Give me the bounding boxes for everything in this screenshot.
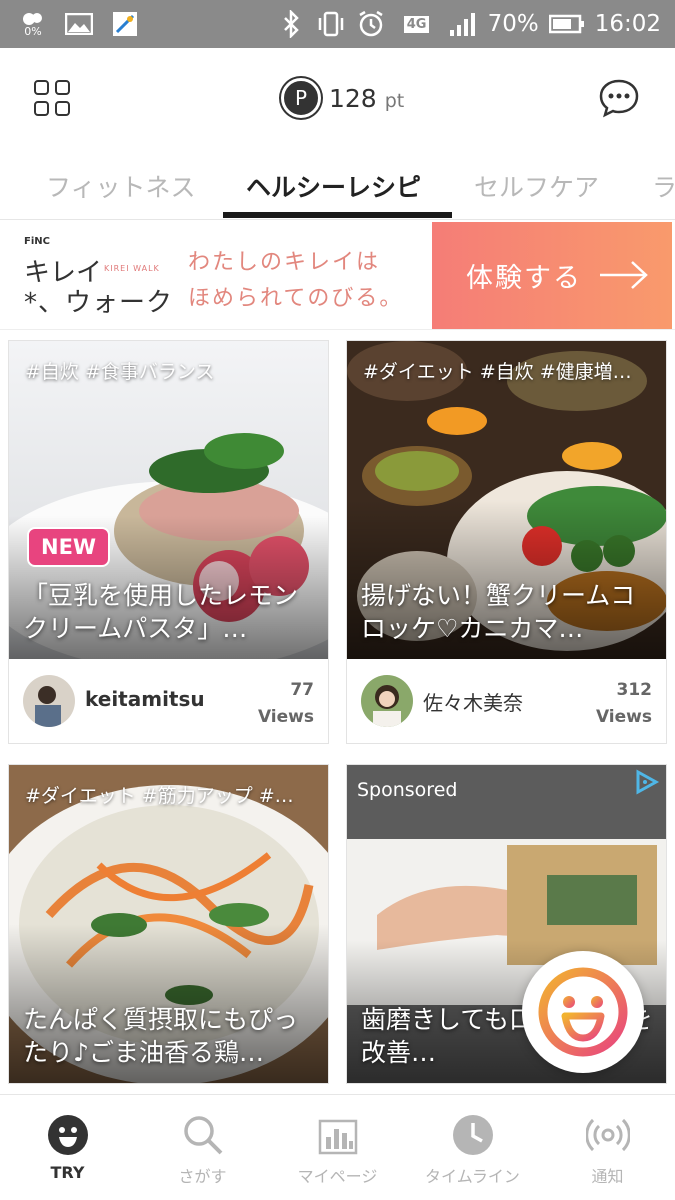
bluetooth-icon: [276, 10, 306, 38]
chat-button[interactable]: [598, 78, 640, 118]
banner-tagline-2: ほめられてのびる。: [188, 286, 404, 311]
tab-healthy-recipe[interactable]: ヘルシーレシピ: [246, 168, 421, 204]
ad-choices-icon[interactable]: [634, 769, 660, 795]
nav-timeline-label: タイムライン: [425, 1167, 520, 1186]
article-card[interactable]: #ダイエット #自炊 #健康増… 揚げない！蟹クリームコロッケ♡カニカマ… 佐々…: [346, 340, 667, 744]
category-tabs: フィットネス ヘルシーレシピ セルフケア ラ: [0, 148, 675, 220]
clock-icon: [453, 1115, 493, 1155]
smile-icon: [48, 1115, 88, 1155]
banner-brand-en: KIREI WALK: [104, 264, 160, 273]
article-card[interactable]: #自炊 #食事バランス NEW 「豆乳を使用したレモンクリームパスタ」… kei…: [8, 340, 329, 744]
article-footer: keitamitsu 77 Views: [9, 659, 328, 743]
view-count-number: 77: [290, 680, 314, 700]
points-value: 128: [329, 83, 377, 113]
broadcast-icon: [586, 1118, 630, 1152]
nav-try-label: TRY: [50, 1163, 85, 1182]
nav-search[interactable]: さがす: [135, 1095, 270, 1200]
avatar[interactable]: [361, 675, 413, 727]
new-badge: NEW: [27, 527, 111, 567]
bottom-navigation: TRY さがす マイページ タイムライン 通知: [0, 1094, 675, 1200]
banner-cta-label: 体験する: [466, 263, 582, 294]
points-unit: pt: [384, 90, 405, 112]
network-4g-icon: 4G: [396, 11, 438, 37]
banner-tagline-1: わたしのキレイは: [188, 250, 381, 275]
arrow-right-icon: [600, 261, 648, 289]
view-count-label: Views: [595, 707, 652, 727]
nav-search-label: さがす: [178, 1167, 227, 1186]
battery-icon: [548, 11, 585, 37]
points-icon: P: [281, 78, 321, 118]
article-footer: 佐々木美奈 312 Views: [347, 659, 666, 743]
bar-chart-icon: [318, 1119, 358, 1155]
chat-bubble-icon: [599, 79, 639, 118]
cleaner-icon: [110, 11, 140, 37]
signal-icon: [448, 11, 478, 37]
try-fab-button[interactable]: [522, 951, 644, 1073]
app-header: P 128 pt: [0, 48, 675, 148]
nav-notifications[interactable]: 通知: [540, 1095, 675, 1200]
search-icon: [184, 1116, 223, 1155]
nav-timeline[interactable]: タイムライン: [405, 1095, 540, 1200]
author-name[interactable]: keitamitsu: [85, 687, 205, 711]
status-bar: 0% 4G 70% 16:02: [0, 0, 675, 48]
article-tags: #ダイエット #自炊 #健康増…: [363, 361, 632, 383]
tab-selfcare[interactable]: セルフケア: [474, 168, 599, 204]
banner-brand-line2: *、ウォーク: [24, 288, 174, 318]
sponsored-header: Sponsored: [347, 765, 666, 839]
data-saver-icon: 0%: [18, 11, 48, 37]
clock-time: 16:02: [594, 11, 661, 37]
image-icon: [64, 11, 94, 37]
nav-try[interactable]: TRY: [0, 1095, 135, 1200]
vibrate-icon: [316, 11, 346, 37]
view-count-label: Views: [257, 707, 314, 727]
view-count-number: 312: [616, 680, 653, 700]
battery-percent: 70%: [487, 11, 539, 37]
active-tab-indicator: [223, 212, 452, 218]
author-name[interactable]: 佐々木美奈: [423, 687, 523, 716]
avatar[interactable]: [23, 675, 75, 727]
smile-face-icon: [538, 967, 628, 1057]
tab-fitness[interactable]: フィットネス: [46, 168, 196, 204]
grid-icon: [34, 80, 49, 95]
nav-mypage[interactable]: マイページ: [270, 1095, 405, 1200]
nav-notifications-label: 通知: [591, 1167, 624, 1186]
alarm-icon: [356, 10, 386, 37]
promo-banner[interactable]: FiNC キレイ KIREI WALK *、ウォーク わたしのキレイは ほめられ…: [0, 222, 675, 330]
article-title: 揚げない！蟹クリームコロッケ♡カニカマ…: [361, 581, 636, 643]
nav-mypage-label: マイページ: [297, 1167, 378, 1186]
view-count: 77 Views: [258, 677, 314, 731]
article-card[interactable]: #ダイエット #筋力アップ #… たんぱく質摂取にもぴったり♪ごま油香る鶏…: [8, 764, 329, 1084]
sponsored-label: Sponsored: [357, 779, 458, 801]
article-tags: #ダイエット #筋力アップ #…: [25, 785, 294, 807]
article-title: たんぱく質摂取にもぴったり♪ごま油香る鶏…: [23, 1005, 299, 1067]
menu-grid-button[interactable]: [34, 80, 70, 116]
article-tags: #自炊 #食事バランス: [25, 361, 215, 383]
banner-brand-small: FiNC: [24, 236, 50, 247]
article-title: 「豆乳を使用したレモンクリームパスタ」…: [23, 581, 299, 643]
view-count: 312 Views: [596, 677, 652, 731]
tab-next[interactable]: ラ: [652, 168, 675, 204]
points-display[interactable]: P 128 pt: [281, 78, 404, 118]
data-saver-percent: 0%: [24, 24, 42, 38]
